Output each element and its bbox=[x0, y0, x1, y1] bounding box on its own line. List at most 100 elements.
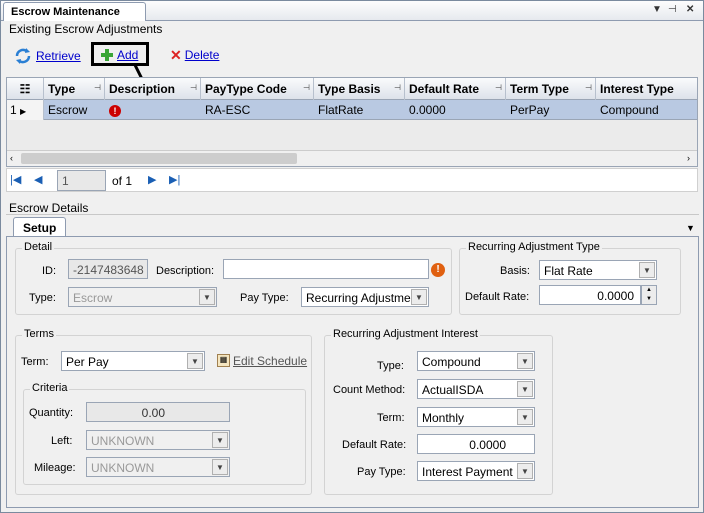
column-header-type[interactable]: Type ⊣ bbox=[44, 78, 105, 100]
pin-icon[interactable]: ⊣ bbox=[585, 83, 592, 92]
interest-rate-field[interactable]: 0.0000 bbox=[417, 434, 535, 454]
term-select-value: Per Pay bbox=[66, 355, 109, 369]
tab-dropdown-icon[interactable]: ▼ bbox=[686, 223, 695, 233]
left-select-value: UNKNOWN bbox=[91, 434, 155, 448]
chevron-down-icon[interactable]: ▼ bbox=[212, 459, 228, 475]
pin-icon[interactable]: ⊣ bbox=[94, 83, 101, 92]
tab-setup[interactable]: Setup bbox=[13, 217, 66, 237]
scroll-left-icon[interactable]: ‹ bbox=[10, 153, 13, 163]
chevron-down-icon[interactable]: ▼ bbox=[517, 381, 533, 397]
basis-select[interactable]: Flat Rate ▼ bbox=[539, 260, 657, 280]
description-field[interactable] bbox=[223, 259, 429, 279]
dropdown-arrow-icon[interactable]: ▼ bbox=[652, 4, 662, 15]
chevron-down-icon[interactable]: ▼ bbox=[212, 432, 228, 448]
retrieve-label[interactable]: Retrieve bbox=[36, 49, 81, 63]
cell-type-basis[interactable]: FlatRate bbox=[314, 100, 405, 120]
refresh-icon bbox=[15, 48, 31, 64]
interest-paytype-select-value: Interest Payment bbox=[422, 465, 513, 479]
cell-interest-type[interactable]: Compound bbox=[596, 100, 697, 120]
chevron-down-icon[interactable]: ▼ bbox=[517, 353, 533, 369]
type-select[interactable]: Escrow ▼ bbox=[68, 287, 217, 307]
column-header-description[interactable]: Description ⊣ bbox=[105, 78, 201, 100]
spin-down-icon[interactable]: ▼ bbox=[646, 296, 652, 302]
chevron-down-icon[interactable]: ▼ bbox=[187, 353, 203, 369]
calendar-icon: ▦ bbox=[217, 354, 230, 367]
next-page-icon[interactable]: ▶ bbox=[148, 173, 156, 186]
horizontal-scrollbar[interactable]: ‹ › bbox=[7, 150, 697, 166]
document-tab-strip: Escrow Maintenance ▼ ⊣ ✕ bbox=[1, 1, 703, 21]
left-label: Left: bbox=[51, 435, 73, 447]
table-row[interactable]: 1 ▶ Escrow ! RA-ESC FlatRate 0.0000 PerP… bbox=[7, 100, 697, 120]
count-method-select[interactable]: ActualISDA ▼ bbox=[417, 379, 535, 399]
interest-type-select[interactable]: Compound ▼ bbox=[417, 351, 535, 371]
interest-term-select-value: Monthly bbox=[422, 411, 465, 425]
column-header-label: Term Type bbox=[510, 82, 569, 96]
row-indicator[interactable]: 1 ▶ bbox=[7, 100, 44, 120]
spin-up-icon[interactable]: ▲ bbox=[646, 287, 652, 293]
warning-icon: ! bbox=[431, 263, 445, 277]
chevron-down-icon[interactable]: ▼ bbox=[411, 289, 427, 305]
column-chooser-icon[interactable]: ☷ bbox=[7, 78, 44, 100]
column-header-term-type[interactable]: Term Type ⊣ bbox=[506, 78, 596, 100]
retrieve-button[interactable]: Retrieve bbox=[13, 46, 81, 66]
edit-schedule-link[interactable]: Edit Schedule bbox=[233, 354, 307, 368]
id-label: ID: bbox=[42, 265, 57, 277]
scroll-right-icon[interactable]: › bbox=[687, 153, 690, 163]
cell-term-type[interactable]: PerPay bbox=[506, 100, 596, 120]
delete-label[interactable]: Delete bbox=[185, 48, 220, 62]
column-header-paytype-code[interactable]: PayType Code ⊣ bbox=[201, 78, 314, 100]
left-select[interactable]: UNKNOWN ▼ bbox=[86, 430, 230, 450]
chevron-down-icon[interactable]: ▼ bbox=[517, 463, 533, 479]
column-header-type-basis[interactable]: Type Basis ⊣ bbox=[314, 78, 405, 100]
cell-description[interactable]: ! bbox=[105, 100, 201, 120]
cell-type[interactable]: Escrow bbox=[44, 100, 105, 120]
interest-type-label: Type: bbox=[377, 360, 404, 372]
cell-paytype-code[interactable]: RA-ESC bbox=[201, 100, 314, 120]
delete-button[interactable]: ✕ Delete bbox=[170, 48, 219, 62]
interest-rate-label: Default Rate: bbox=[342, 439, 407, 451]
type-label: Type: bbox=[29, 292, 56, 304]
pin-icon[interactable]: ⊣ bbox=[394, 83, 401, 92]
escrow-details-title: Escrow Details bbox=[9, 201, 89, 215]
interest-type-select-value: Compound bbox=[422, 355, 481, 369]
pin-icon[interactable]: ⊣ bbox=[190, 83, 197, 92]
column-header-label: Interest Type bbox=[600, 82, 674, 96]
pin-icon[interactable]: ⊣ bbox=[495, 83, 502, 92]
divider bbox=[6, 214, 699, 215]
terms-group-title: Terms bbox=[22, 328, 56, 340]
id-field[interactable]: -2147483648 bbox=[68, 259, 148, 279]
interest-paytype-select[interactable]: Interest Payment ▼ bbox=[417, 461, 535, 481]
mileage-label: Mileage: bbox=[34, 462, 76, 474]
mileage-select[interactable]: UNKNOWN ▼ bbox=[86, 457, 230, 477]
interest-term-select[interactable]: Monthly ▼ bbox=[417, 407, 535, 427]
default-rate-field[interactable]: 0.0000 bbox=[539, 285, 641, 305]
grid-pager: |◀ ◀ 1 of 1 ▶ ▶| bbox=[6, 168, 698, 192]
column-header-label: Type bbox=[48, 82, 76, 96]
adjustments-grid: ☷ Type ⊣ Description ⊣ PayType Code ⊣ Type … bbox=[6, 77, 698, 167]
previous-page-icon[interactable]: ◀ bbox=[34, 173, 42, 186]
delete-x-icon: ✕ bbox=[170, 47, 182, 63]
recurring-interest-group-title: Recurring Adjustment Interest bbox=[331, 328, 480, 340]
chevron-down-icon[interactable]: ▼ bbox=[639, 262, 655, 278]
chevron-down-icon[interactable]: ▼ bbox=[517, 409, 533, 425]
term-select[interactable]: Per Pay ▼ bbox=[61, 351, 205, 371]
column-header-interest-type[interactable]: Interest Type bbox=[596, 78, 697, 100]
chevron-down-icon[interactable]: ▼ bbox=[199, 289, 215, 305]
escrow-maintenance-window: Escrow Maintenance ▼ ⊣ ✕ Existing Escrow… bbox=[0, 0, 704, 513]
row-pointer-icon: ▶ bbox=[20, 107, 27, 116]
pin-icon[interactable]: ⊣ bbox=[668, 4, 677, 15]
paytype-select[interactable]: Recurring Adjustmen ▼ bbox=[301, 287, 429, 307]
default-rate-label: Default Rate: bbox=[465, 291, 530, 303]
close-icon[interactable]: ✕ bbox=[686, 4, 694, 15]
tab-escrow-maintenance[interactable]: Escrow Maintenance bbox=[3, 2, 146, 21]
cell-default-rate[interactable]: 0.0000 bbox=[405, 100, 506, 120]
pin-icon[interactable]: ⊣ bbox=[303, 83, 310, 92]
first-page-icon[interactable]: |◀ bbox=[10, 173, 21, 186]
rate-spinner[interactable]: ▲ ▼ bbox=[641, 285, 657, 305]
page-number-input[interactable]: 1 bbox=[57, 170, 106, 191]
column-header-default-rate[interactable]: Default Rate ⊣ bbox=[405, 78, 506, 100]
last-page-icon[interactable]: ▶| bbox=[169, 173, 180, 186]
paytype-label: Pay Type: bbox=[240, 292, 289, 304]
quantity-field[interactable]: 0.00 bbox=[86, 402, 230, 422]
scrollbar-thumb[interactable] bbox=[21, 153, 297, 164]
